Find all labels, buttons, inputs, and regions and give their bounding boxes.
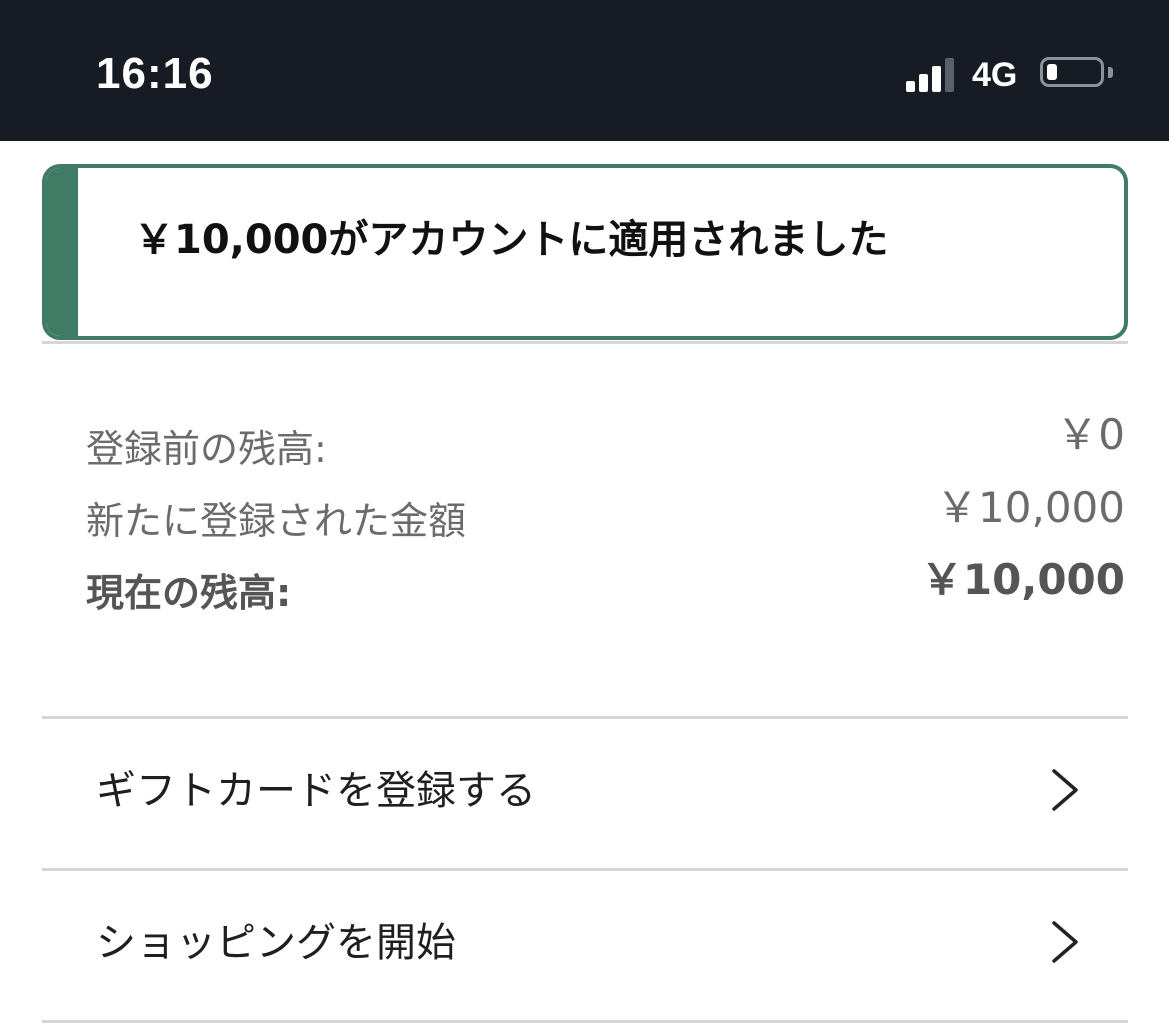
current-balance-label: 現在の残高: [86, 571, 292, 615]
chevron-right-icon [1052, 769, 1078, 811]
chevron-right-icon [1052, 921, 1078, 963]
registered-amount-value: ￥10,000 [936, 483, 1125, 532]
alert-accent-bar [46, 168, 78, 336]
divider [42, 341, 1128, 344]
status-bar: 16:16 4G [0, 0, 1169, 141]
status-time: 16:16 [96, 49, 214, 98]
success-alert: ￥10,000がアカウントに適用されました [42, 164, 1128, 340]
balance-before-value: ￥0 [1056, 410, 1125, 459]
start-shopping-item[interactable]: ショッピングを開始 [42, 870, 1128, 1020]
divider [42, 1020, 1128, 1023]
alert-message: ￥10,000がアカウントに適用されました [134, 217, 889, 263]
signal-strength-icon [906, 56, 958, 92]
redeem-gift-card-label: ギフトカードを登録する [96, 768, 536, 814]
balance-before-label: 登録前の残高: [86, 427, 327, 471]
start-shopping-label: ショッピングを開始 [96, 920, 456, 966]
battery-level-fill [1047, 64, 1057, 80]
battery-icon [1040, 57, 1104, 87]
battery-tip [1108, 67, 1113, 78]
registered-amount-label: 新たに登録された金額 [86, 499, 467, 543]
network-type: 4G [972, 56, 1018, 94]
current-balance-value: ￥10,000 [920, 555, 1125, 604]
redeem-gift-card-item[interactable]: ギフトカードを登録する [42, 718, 1128, 868]
